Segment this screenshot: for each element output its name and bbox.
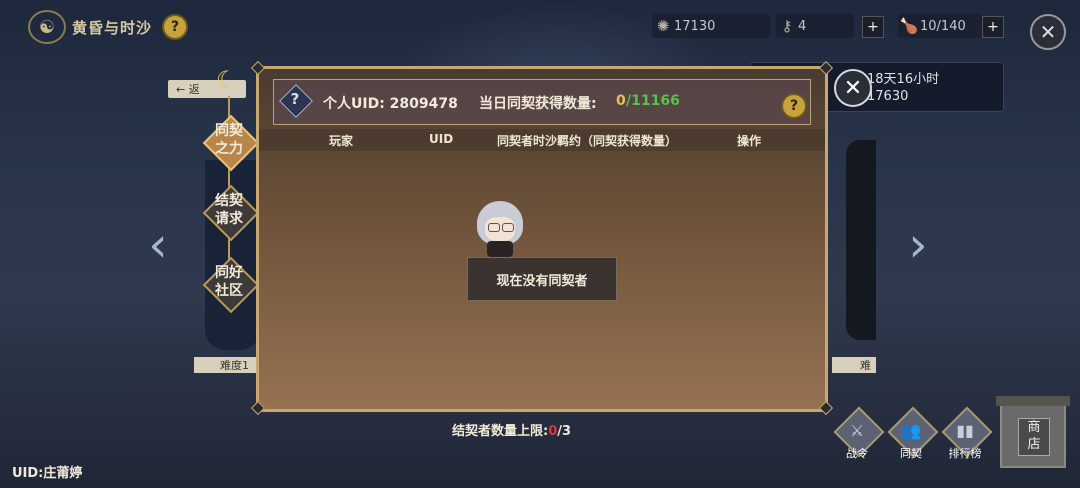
game-title: 黄昏与时沙	[72, 18, 153, 37]
chibi-character-icon	[475, 197, 525, 261]
tab-bond-requests[interactable]: 结契 请求	[202, 184, 260, 242]
next-arrow-icon[interactable]: ›	[906, 210, 930, 280]
column-bond: 同契者时沙羁约（同契获得数量）	[497, 134, 678, 148]
dialog-close-button[interactable]: ✕	[834, 69, 872, 107]
player-uid: UID:庄莆婷	[12, 466, 83, 481]
dialog-help-button[interactable]: ?	[781, 93, 807, 119]
tab-label: 同好 社区	[215, 265, 243, 299]
daily-bond-current: 0	[616, 93, 626, 109]
difficulty-label-left: 难度1	[194, 357, 260, 373]
help-button[interactable]: ?	[162, 14, 189, 40]
fox-emblem-icon: ☯	[28, 10, 66, 44]
ranking-icon: ▮▮	[956, 421, 974, 440]
event-bond-total: 17630	[867, 89, 909, 104]
back-arrow-icon: ←	[176, 82, 189, 96]
shop-button[interactable]: 商店	[996, 396, 1070, 468]
tab-label: 同契 之力	[215, 123, 243, 157]
empty-state-message: 现在没有同契者	[467, 257, 617, 301]
bond-dialog: ? 个人UID: 2809478 当日同契获得数量: 0 /11166 ? 玩家…	[250, 60, 834, 416]
tab-label: 结契 请求	[215, 193, 243, 227]
close-page-button[interactable]: ✕	[1030, 14, 1066, 50]
question-badge-icon: ?	[279, 84, 313, 118]
event-time-remaining: 18天16小时	[867, 72, 940, 87]
game-header: ☯ 黄昏与时沙 ?	[28, 10, 189, 44]
resource-key: ⚷ 4	[776, 14, 854, 38]
daily-bond-max: /11166	[626, 93, 680, 109]
prev-arrow-icon[interactable]: ‹	[146, 210, 170, 280]
battle-pass-icon: ⚔	[849, 421, 865, 440]
add-key-button[interactable]: +	[862, 16, 884, 38]
bond-limit: 结契者数量上限:0/3	[452, 420, 571, 439]
tab-bond-power[interactable]: 同契 之力	[202, 114, 260, 172]
resource-stamina: 🍗 10/140	[898, 14, 982, 38]
battle-pass-button[interactable]: ⚔ 战令	[833, 406, 885, 460]
resource-sand-value: 17130	[674, 18, 716, 34]
column-uid: UID	[429, 132, 454, 146]
resource-stamina-value: 10/140	[920, 18, 966, 34]
tab-community[interactable]: 同好 社区	[202, 256, 260, 314]
difficulty-label-right: 难	[832, 357, 876, 373]
drumstick-icon: 🍗	[899, 17, 919, 35]
resource-sand: ✺ 17130	[652, 14, 770, 38]
add-stamina-button[interactable]: +	[982, 16, 1004, 38]
bond-limit-max: /3	[557, 424, 572, 439]
table-header: 玩家 UID 同契者时沙羁约（同契获得数量） 操作	[259, 129, 825, 151]
column-action: 操作	[737, 134, 762, 148]
column-player: 玩家	[329, 134, 354, 148]
sand-coin-icon: ✺	[656, 17, 670, 35]
companions-button[interactable]: 👥 同契	[887, 406, 939, 460]
ranking-button[interactable]: ▮▮ 排行榜	[941, 406, 993, 460]
key-icon: ⚷	[781, 17, 793, 35]
bond-limit-label: 结契者数量上限:	[452, 424, 549, 439]
resource-key-value: 4	[798, 18, 807, 34]
battle-pass-label: 战令	[846, 447, 868, 460]
companions-icon: 👥	[901, 421, 921, 440]
bond-limit-current: 0	[548, 424, 558, 439]
back-label: 返	[188, 83, 200, 96]
daily-bond-label: 当日同契获得数量:	[479, 96, 597, 112]
companions-label: 同契	[900, 447, 922, 460]
shop-label: 商店	[1018, 418, 1050, 456]
shop-roof	[996, 396, 1070, 406]
personal-uid: 个人UID: 2809478	[323, 96, 458, 112]
ranking-label: 排行榜	[948, 447, 982, 460]
moon-icon: ☾	[216, 66, 238, 94]
